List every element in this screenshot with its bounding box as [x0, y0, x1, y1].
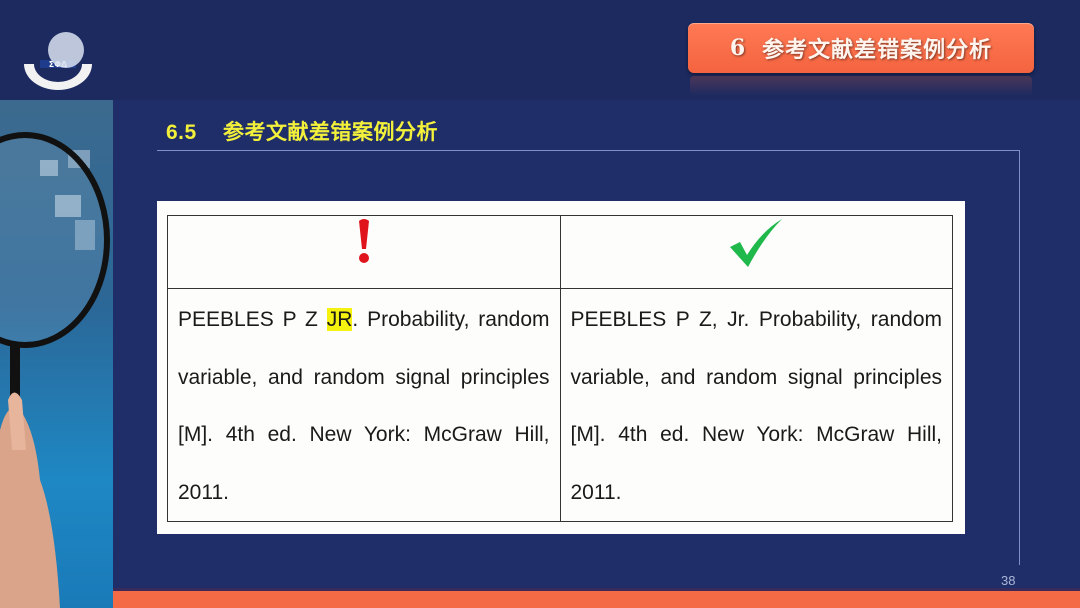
right-divider: [1019, 150, 1020, 565]
section-title-text: 参考文献差错案例分析: [223, 121, 439, 144]
banner-reflection: [690, 76, 1032, 96]
wrong-text-after: . Probability, random variable, and rand…: [178, 308, 550, 504]
wrong-reference: PEEBLES P Z JR. Probability, random vari…: [167, 288, 561, 522]
chapter-title: 参考文献差错案例分析: [762, 37, 993, 63]
section-title: 6.5 参考文献差错案例分析: [166, 116, 438, 146]
icon-row: [167, 215, 953, 289]
university-logo: ΣΦΔ: [20, 28, 96, 90]
page-number: 38: [1001, 573, 1016, 588]
error-highlight: JR: [326, 308, 353, 331]
correct-reference: PEEBLES P Z, Jr. Probability, random var…: [559, 288, 953, 522]
title-divider: [157, 150, 1019, 151]
comparison-card: PEEBLES P Z JR. Probability, random vari…: [157, 201, 965, 534]
exclamation-icon: [355, 217, 373, 271]
checkmark-icon: [728, 217, 784, 275]
magnifier-image: [0, 100, 113, 608]
chapter-banner: 6 参考文献差错案例分析: [688, 23, 1034, 73]
reference-row: PEEBLES P Z JR. Probability, random vari…: [167, 288, 953, 522]
footer-bar: [113, 591, 1080, 608]
correct-header-cell: [559, 215, 953, 289]
comparison-table: PEEBLES P Z JR. Probability, random vari…: [167, 215, 953, 522]
wrong-text-before: PEEBLES P Z: [178, 308, 327, 331]
section-number: 6.5: [166, 121, 197, 144]
chapter-number: 6: [729, 35, 747, 61]
wrong-header-cell: [167, 215, 561, 289]
